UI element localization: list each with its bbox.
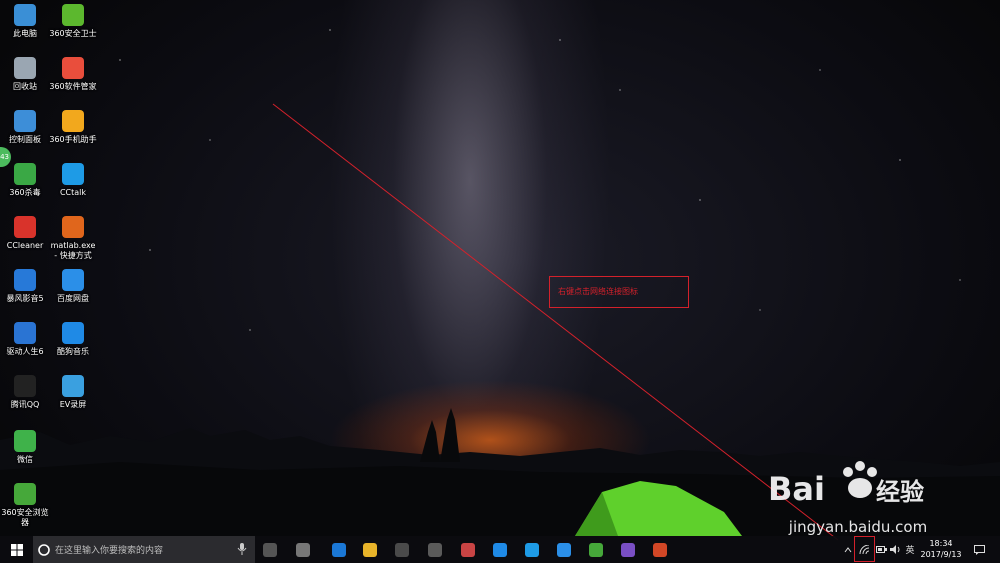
battery-tray-icon[interactable] xyxy=(875,536,888,563)
powerpoint-icon xyxy=(653,542,667,557)
svg-text:经验: 经验 xyxy=(876,478,924,506)
battery-icon xyxy=(876,546,887,553)
chevron-up-icon xyxy=(844,546,852,552)
taskbar-app-button[interactable] xyxy=(457,536,479,563)
kugou-taskbar-icon xyxy=(493,542,507,557)
cctalk-taskbar-icon xyxy=(525,542,539,557)
clock-date: 2017/9/13 xyxy=(920,550,962,559)
taskbar-app-button[interactable] xyxy=(553,536,575,563)
microphone-icon[interactable] xyxy=(237,543,247,555)
visual-studio-icon xyxy=(621,542,635,557)
file-explorer-icon xyxy=(363,542,377,557)
system-clock[interactable]: 18:34 2017/9/13 xyxy=(918,538,964,560)
search-placeholder: 在这里输入你要搜索的内容 xyxy=(55,546,164,556)
windows-logo-icon xyxy=(10,543,23,556)
ime-indicator[interactable]: 英 xyxy=(903,536,917,563)
volume-tray-icon[interactable] xyxy=(888,536,902,563)
baidu-netdisk-taskbar-icon xyxy=(557,542,571,557)
annotation-text: 右键点击网络连接图标 xyxy=(558,287,638,296)
taskbar-app-button[interactable] xyxy=(649,536,671,563)
watermark-url: jingyan.baidu.com xyxy=(788,518,928,536)
ime-label: 英 xyxy=(905,546,915,556)
task-view-icon xyxy=(263,542,277,557)
taskbar-app-button[interactable] xyxy=(292,536,314,563)
taskbar-app-button[interactable] xyxy=(259,536,281,563)
annotation-box: 右键点击网络连接图标 xyxy=(549,276,689,308)
taskbar: 在这里输入你要搜索的内容 英 18:34 2017/9/13 xyxy=(0,536,1000,563)
taskbar-app-button[interactable] xyxy=(359,536,381,563)
svg-text:Bai: Bai xyxy=(768,470,825,508)
action-center-button[interactable] xyxy=(970,536,988,563)
taskbar-app-button[interactable] xyxy=(521,536,543,563)
taskbar-app-button[interactable] xyxy=(617,536,639,563)
desktop[interactable]: 43 此电脑 360安全卫士 回收站 360软件管家 控制面板 360手机助手 360杀毒 C… xyxy=(0,0,1000,563)
taskbar-app-button[interactable] xyxy=(328,536,350,563)
browser-360-taskbar-icon xyxy=(589,542,603,557)
taskbar-app-button[interactable] xyxy=(585,536,607,563)
taskbar-app-button[interactable] xyxy=(391,536,413,563)
fan-app-icon xyxy=(296,542,310,557)
speaker-icon xyxy=(889,545,899,554)
store-icon xyxy=(395,542,409,557)
taskbar-search-input[interactable]: 在这里输入你要搜索的内容 xyxy=(33,536,255,563)
cortana-icon xyxy=(38,543,50,556)
paint-icon xyxy=(461,542,475,557)
start-button[interactable] xyxy=(0,536,33,563)
mail-icon xyxy=(428,542,442,557)
edge-icon xyxy=(332,542,346,557)
show-hidden-icons-button[interactable] xyxy=(842,536,854,563)
taskbar-app-button[interactable] xyxy=(489,536,511,563)
notification-icon xyxy=(973,544,985,555)
clock-time: 18:34 xyxy=(929,539,953,548)
taskbar-app-button[interactable] xyxy=(424,536,446,563)
network-icon-highlight-box xyxy=(854,536,875,562)
